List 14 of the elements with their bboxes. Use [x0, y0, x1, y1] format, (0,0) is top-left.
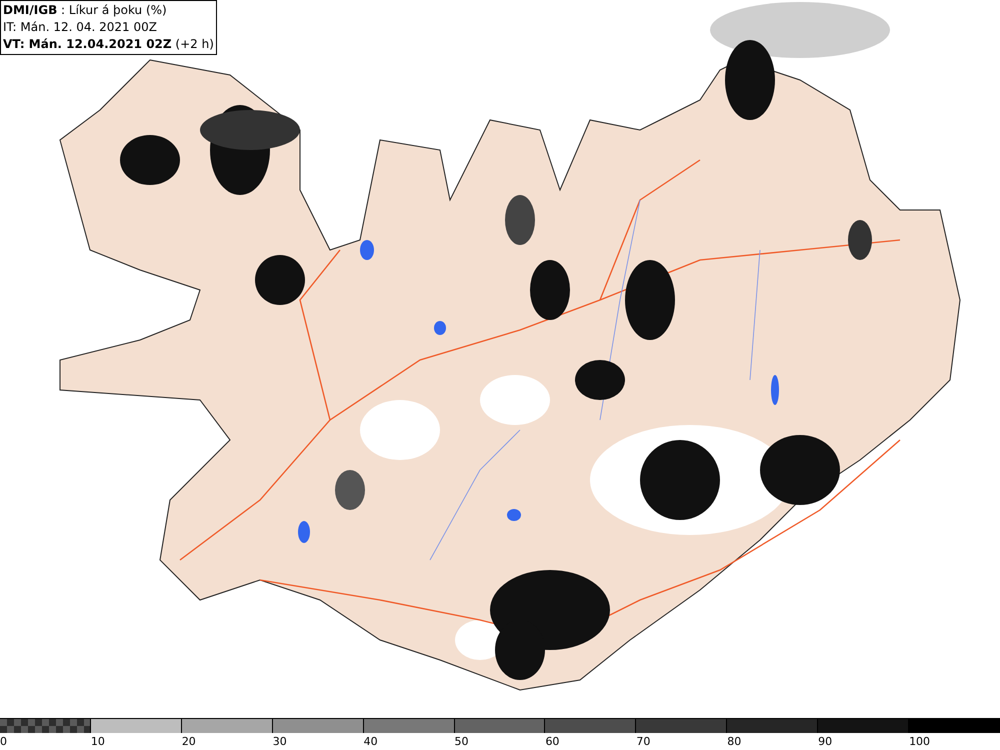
- legend-label: 0: [0, 735, 7, 748]
- legend-label: 50: [454, 735, 469, 748]
- legend-label: 30: [272, 735, 287, 748]
- legend-label: 70: [636, 735, 650, 748]
- legend-label: 20: [182, 735, 196, 748]
- issue-time: IT: Mán. 12. 04. 2021 00Z: [3, 19, 158, 36]
- legend-label: 100: [909, 735, 930, 748]
- legend-label: 80: [727, 735, 742, 748]
- legend-label: 40: [364, 735, 378, 748]
- map-title: DMI/IGB : Líkur á þoku (%): [3, 2, 168, 19]
- legend-label: 10: [90, 735, 105, 748]
- valid-time: VT: Mán. 12.04.2021 02Z (+2 h): [3, 36, 214, 53]
- legend-label: 90: [818, 735, 832, 748]
- legend-label: 60: [545, 735, 560, 748]
